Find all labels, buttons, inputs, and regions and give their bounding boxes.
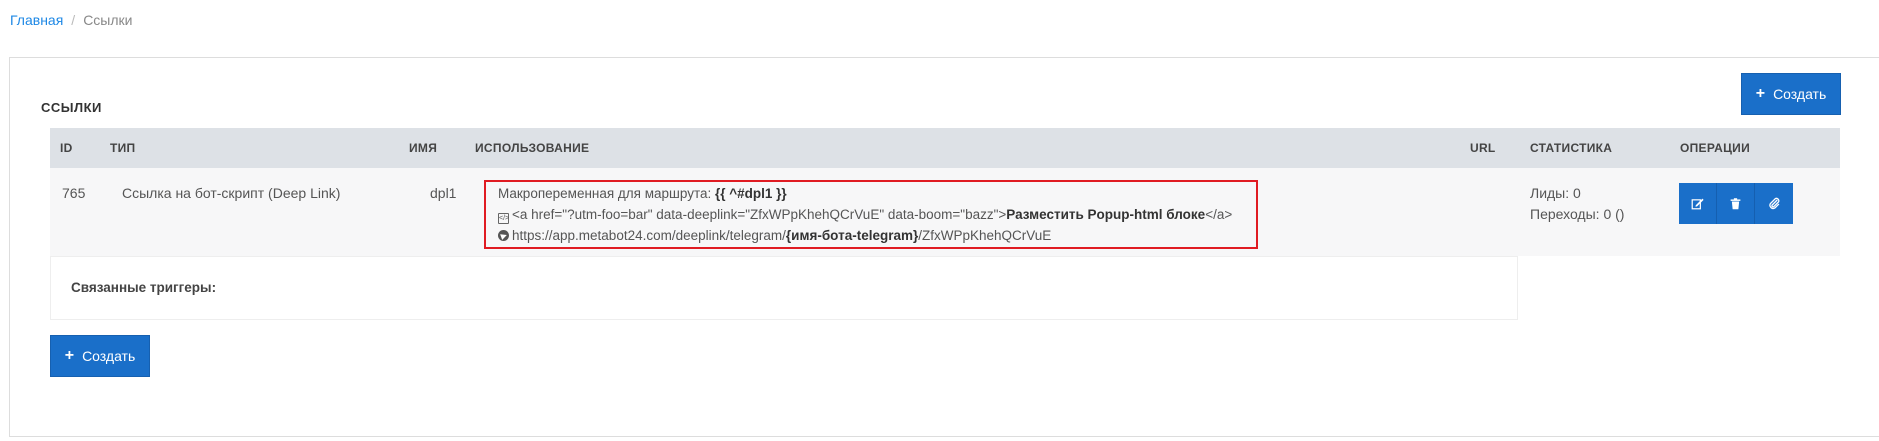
create-button-label: Создать [82,348,136,364]
usage-macro-line: Макропеременная для маршрута: {{ ^#dpl1 … [498,186,787,201]
usage-highlight-box: Макропеременная для маршрута: {{ ^#dpl1 … [484,180,1258,249]
usage-macro-value: {{ ^#dpl1 }} [715,186,787,201]
cell-name: dpl1 [430,185,457,201]
usage-html-line: </> <a href="?utm-foo=bar" data-deeplink=… [498,207,1232,224]
column-header-url: URL [1470,141,1496,155]
usage-html-prefix: <a href="?utm-foo=bar" data-deeplink="Zf… [512,207,1007,222]
column-header-ops: ОПЕРАЦИИ [1680,141,1750,155]
table-header: ID ТИП ИМЯ ИСПОЛЬЗОВАНИЕ URL СТАТИСТИКА … [50,128,1840,168]
usage-html-suffix: </a> [1205,207,1233,222]
telegram-icon [498,230,509,241]
column-header-id: ID [60,141,73,155]
breadcrumb-current: Ссылки [83,12,133,28]
plus-icon: + [64,347,75,364]
column-header-type: ТИП [110,141,136,155]
related-triggers-label: Связанные триггеры: [71,280,217,295]
column-header-name: ИМЯ [409,141,438,155]
column-header-usage: ИСПОЛЬЗОВАНИЕ [475,141,590,155]
usage-macro-prefix: Макропеременная для маршрута: [498,186,716,201]
column-header-stats: СТАТИСТИКА [1530,141,1613,155]
usage-tg-prefix: https://app.metabot24.com/deeplink/teleg… [512,228,786,243]
cell-stats-leads: Лиды: 0 [1530,185,1581,201]
usage-html-bold: Разместить Popup-html блоке [1006,207,1206,222]
breadcrumb-separator: / [71,12,76,28]
create-button-top[interactable]: + Создать [1741,73,1841,115]
related-triggers-section: Связанные триггеры: [50,256,1518,320]
edit-icon [1691,198,1704,210]
breadcrumb: Главная / Ссылки [10,12,132,28]
create-button-label: Создать [1773,86,1827,102]
operations-group [1679,183,1793,224]
page-title: ССЫЛКИ [41,100,102,115]
trash-icon [1730,198,1741,210]
cell-stats-transitions: Переходы: 0 () [1530,206,1625,222]
usage-telegram-line: https://app.metabot24.com/deeplink/teleg… [498,228,1051,243]
breadcrumb-home-link[interactable]: Главная [10,12,63,28]
create-button-bottom[interactable]: + Создать [50,335,150,377]
delete-button[interactable] [1717,183,1755,224]
cell-type: Ссылка на бот-скрипт (Deep Link) [122,185,341,201]
edit-button[interactable] [1679,183,1717,224]
plus-icon: + [1755,85,1766,102]
cell-id: 765 [62,185,86,201]
usage-tg-bold: {имя-бота-telegram} [785,228,919,243]
code-file-icon: </> [498,213,510,224]
usage-tg-suffix: /ZfxWPpKhehQCrVuE [918,228,1052,243]
attach-button[interactable] [1755,183,1793,224]
paperclip-icon [1768,197,1779,210]
